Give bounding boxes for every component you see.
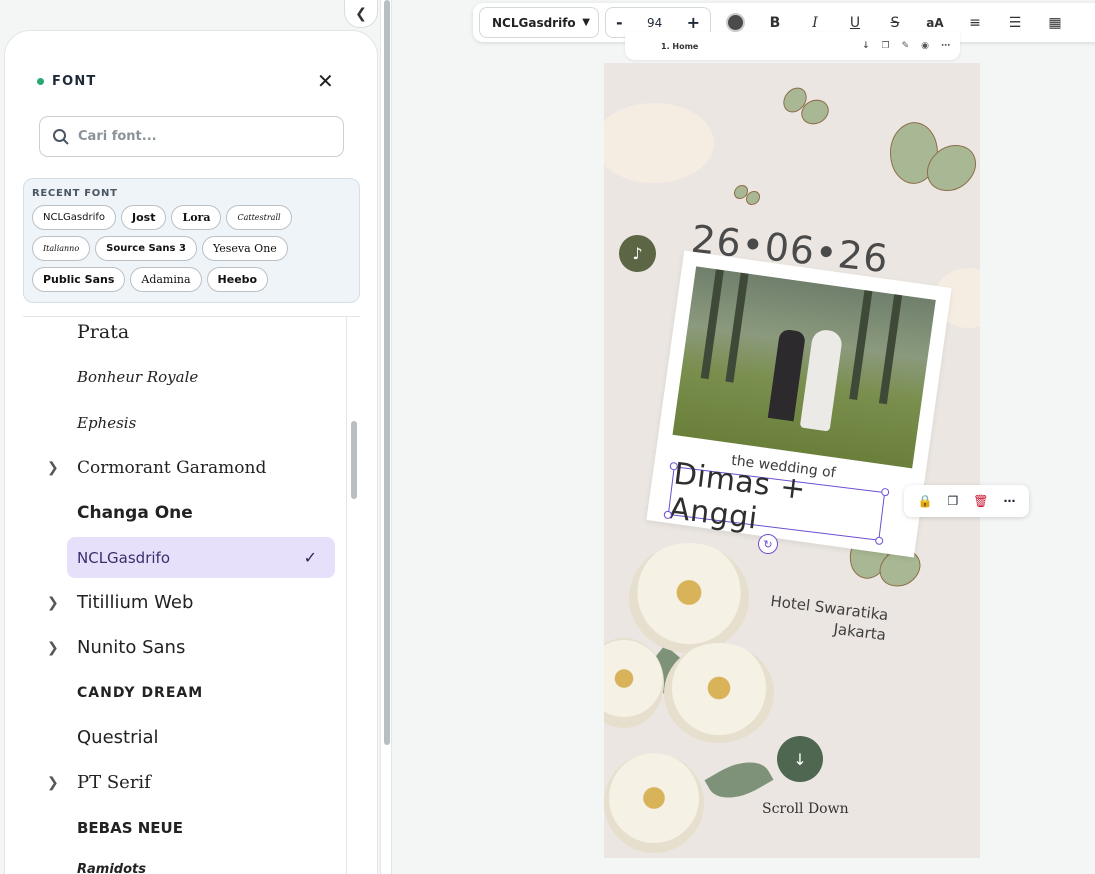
page-label: 1. Home (661, 41, 699, 51)
move-down-icon[interactable]: ↓ (862, 41, 870, 51)
close-icon[interactable]: ✕ (317, 71, 334, 91)
font-item[interactable]: BEBAS NEUE (67, 807, 335, 848)
scroll-down-label: Scroll Down (762, 801, 849, 817)
search-input[interactable] (78, 129, 318, 144)
recent-chip[interactable]: Italianno (32, 236, 91, 261)
font-item[interactable]: Changa One (67, 492, 335, 533)
peony-decoration (664, 643, 774, 743)
arrow-down-icon: ↓ (793, 749, 807, 769)
increase-size-button[interactable]: + (687, 13, 700, 32)
lock-icon[interactable]: 🔒 (918, 494, 933, 508)
font-item-label: Ephesis (77, 413, 137, 432)
status-dot (37, 78, 44, 85)
recent-chip[interactable]: NCLGasdrifo (32, 205, 116, 230)
selected-names-text[interactable]: Dimas + Anggi (663, 456, 890, 546)
element-context-menu: 🔒 ❐ 🗑 ⋯ (904, 485, 1029, 517)
font-item-label: Ramidots (77, 862, 146, 874)
list-icon[interactable]: ☰ (995, 7, 1035, 38)
panel-title: FONT (52, 74, 97, 89)
recent-chip[interactable]: Jost (121, 205, 167, 230)
chevron-right-icon[interactable]: ❯ (47, 775, 59, 791)
font-item-label: Cormorant Garamond (77, 457, 267, 478)
font-list: Prata Bonheur Royale Ephesis ❯ Cormorant … (23, 316, 360, 874)
font-item-label: Changa One (77, 502, 193, 523)
color-swatch (725, 13, 745, 32)
recent-chip[interactable]: Adamina (130, 267, 202, 292)
scroll-down-button[interactable]: ↓ (777, 736, 823, 782)
recent-chip[interactable]: Source Sans 3 (95, 236, 197, 261)
chevron-right-icon[interactable]: ❯ (47, 640, 59, 656)
music-note-icon: ♪ (632, 244, 643, 263)
recent-fonts-section: RECENT FONT NCLGasdrifo Jost Lora Cattes… (23, 178, 360, 303)
recent-chip[interactable]: Lora (171, 205, 222, 230)
font-item[interactable]: ❯ PT Serif (47, 762, 335, 803)
page-tools: ↓ ❐ ✎ ◉ ⋯ (862, 41, 950, 51)
page-bar: 1. Home ↓ ❐ ✎ ◉ ⋯ (625, 32, 960, 60)
font-item-label: Questrial (77, 727, 159, 748)
font-item[interactable]: Ephesis (67, 402, 335, 443)
font-size-value[interactable]: 94 (647, 16, 662, 30)
duplicate-icon[interactable]: ❐ (947, 494, 958, 508)
font-family-select[interactable]: NCLGasdrifo ▼ (479, 7, 599, 38)
font-item[interactable]: CANDY DREAM (67, 672, 335, 713)
font-item[interactable]: ❯ Cormorant Garamond (47, 447, 335, 488)
font-item[interactable]: Bonheur Royale (67, 356, 335, 397)
decrease-size-button[interactable]: - (616, 13, 623, 32)
music-toggle-button[interactable]: ♪ (619, 235, 656, 272)
recent-chips: NCLGasdrifo Jost Lora Cattestrall Italia… (32, 205, 351, 292)
font-item-label: CANDY DREAM (77, 684, 204, 701)
font-item[interactable]: ❯ Titillium Web (47, 582, 335, 623)
chevron-left-icon: ❮ (355, 5, 367, 22)
font-item-label: Bonheur Royale (77, 367, 199, 386)
transparency-icon[interactable]: ▦ (1035, 7, 1075, 38)
collapse-panel-button[interactable]: ❮ (344, 0, 378, 28)
search-icon (53, 128, 69, 145)
font-panel: FONT ✕ RECENT FONT NCLGasdrifo Jost Lora… (4, 30, 378, 874)
more-icon[interactable]: ⋯ (941, 41, 950, 51)
recent-title: RECENT FONT (32, 188, 118, 199)
search-field[interactable] (39, 116, 344, 157)
peony-decoration (604, 638, 664, 728)
recent-chip[interactable]: Public Sans (32, 267, 126, 292)
align-center-icon[interactable]: ≡ (955, 7, 995, 38)
font-item-label: Nunito Sans (77, 637, 186, 658)
edit-icon[interactable]: ✎ (902, 41, 910, 51)
list-scrollbar[interactable] (346, 317, 360, 874)
peony-decoration (629, 543, 749, 653)
chevron-down-icon: ▼ (582, 17, 590, 28)
duplicate-icon[interactable]: ❐ (882, 41, 890, 51)
recent-chip[interactable]: Yeseva One (201, 236, 288, 261)
couple-photo[interactable] (672, 266, 936, 469)
font-item[interactable]: Ramidots (67, 849, 335, 874)
more-icon[interactable]: ⋯ (1003, 494, 1015, 508)
panel-header: FONT (37, 74, 96, 89)
font-item-selected[interactable]: NCLGasdrifo ✓ (67, 537, 335, 578)
chevron-right-icon[interactable]: ❯ (47, 595, 59, 611)
rotate-icon[interactable]: ↻ (758, 534, 778, 554)
font-family-value: NCLGasdrifo (492, 15, 576, 30)
panel-scrollbar[interactable] (380, 0, 392, 874)
font-item[interactable]: Prata (67, 317, 335, 352)
font-item-label: BEBAS NEUE (77, 818, 183, 837)
cloud-decoration (604, 103, 714, 183)
delete-icon[interactable]: 🗑 (973, 494, 988, 508)
scroll-thumb[interactable] (351, 421, 357, 499)
scroll-thumb[interactable] (384, 0, 390, 745)
venue-text[interactable]: Hotel Swaratika Jakarta (767, 591, 890, 645)
recent-chip[interactable]: Heebo (206, 267, 269, 292)
font-item-label: Prata (77, 320, 130, 343)
check-icon: ✓ (303, 548, 317, 567)
visibility-icon[interactable]: ◉ (921, 41, 929, 51)
font-item-label: NCLGasdrifo (77, 548, 170, 567)
peony-decoration (604, 753, 704, 853)
font-item[interactable]: ❯ Nunito Sans (47, 627, 335, 668)
font-item-label: Titillium Web (77, 592, 194, 613)
font-item-label: PT Serif (77, 772, 151, 793)
font-item[interactable]: Questrial (67, 717, 335, 758)
recent-chip[interactable]: Cattestrall (226, 205, 292, 230)
chevron-right-icon[interactable]: ❯ (47, 460, 59, 476)
invitation-canvas[interactable]: ♪ 26•06•26 the wedding of Dimas + Anggi … (604, 63, 980, 858)
